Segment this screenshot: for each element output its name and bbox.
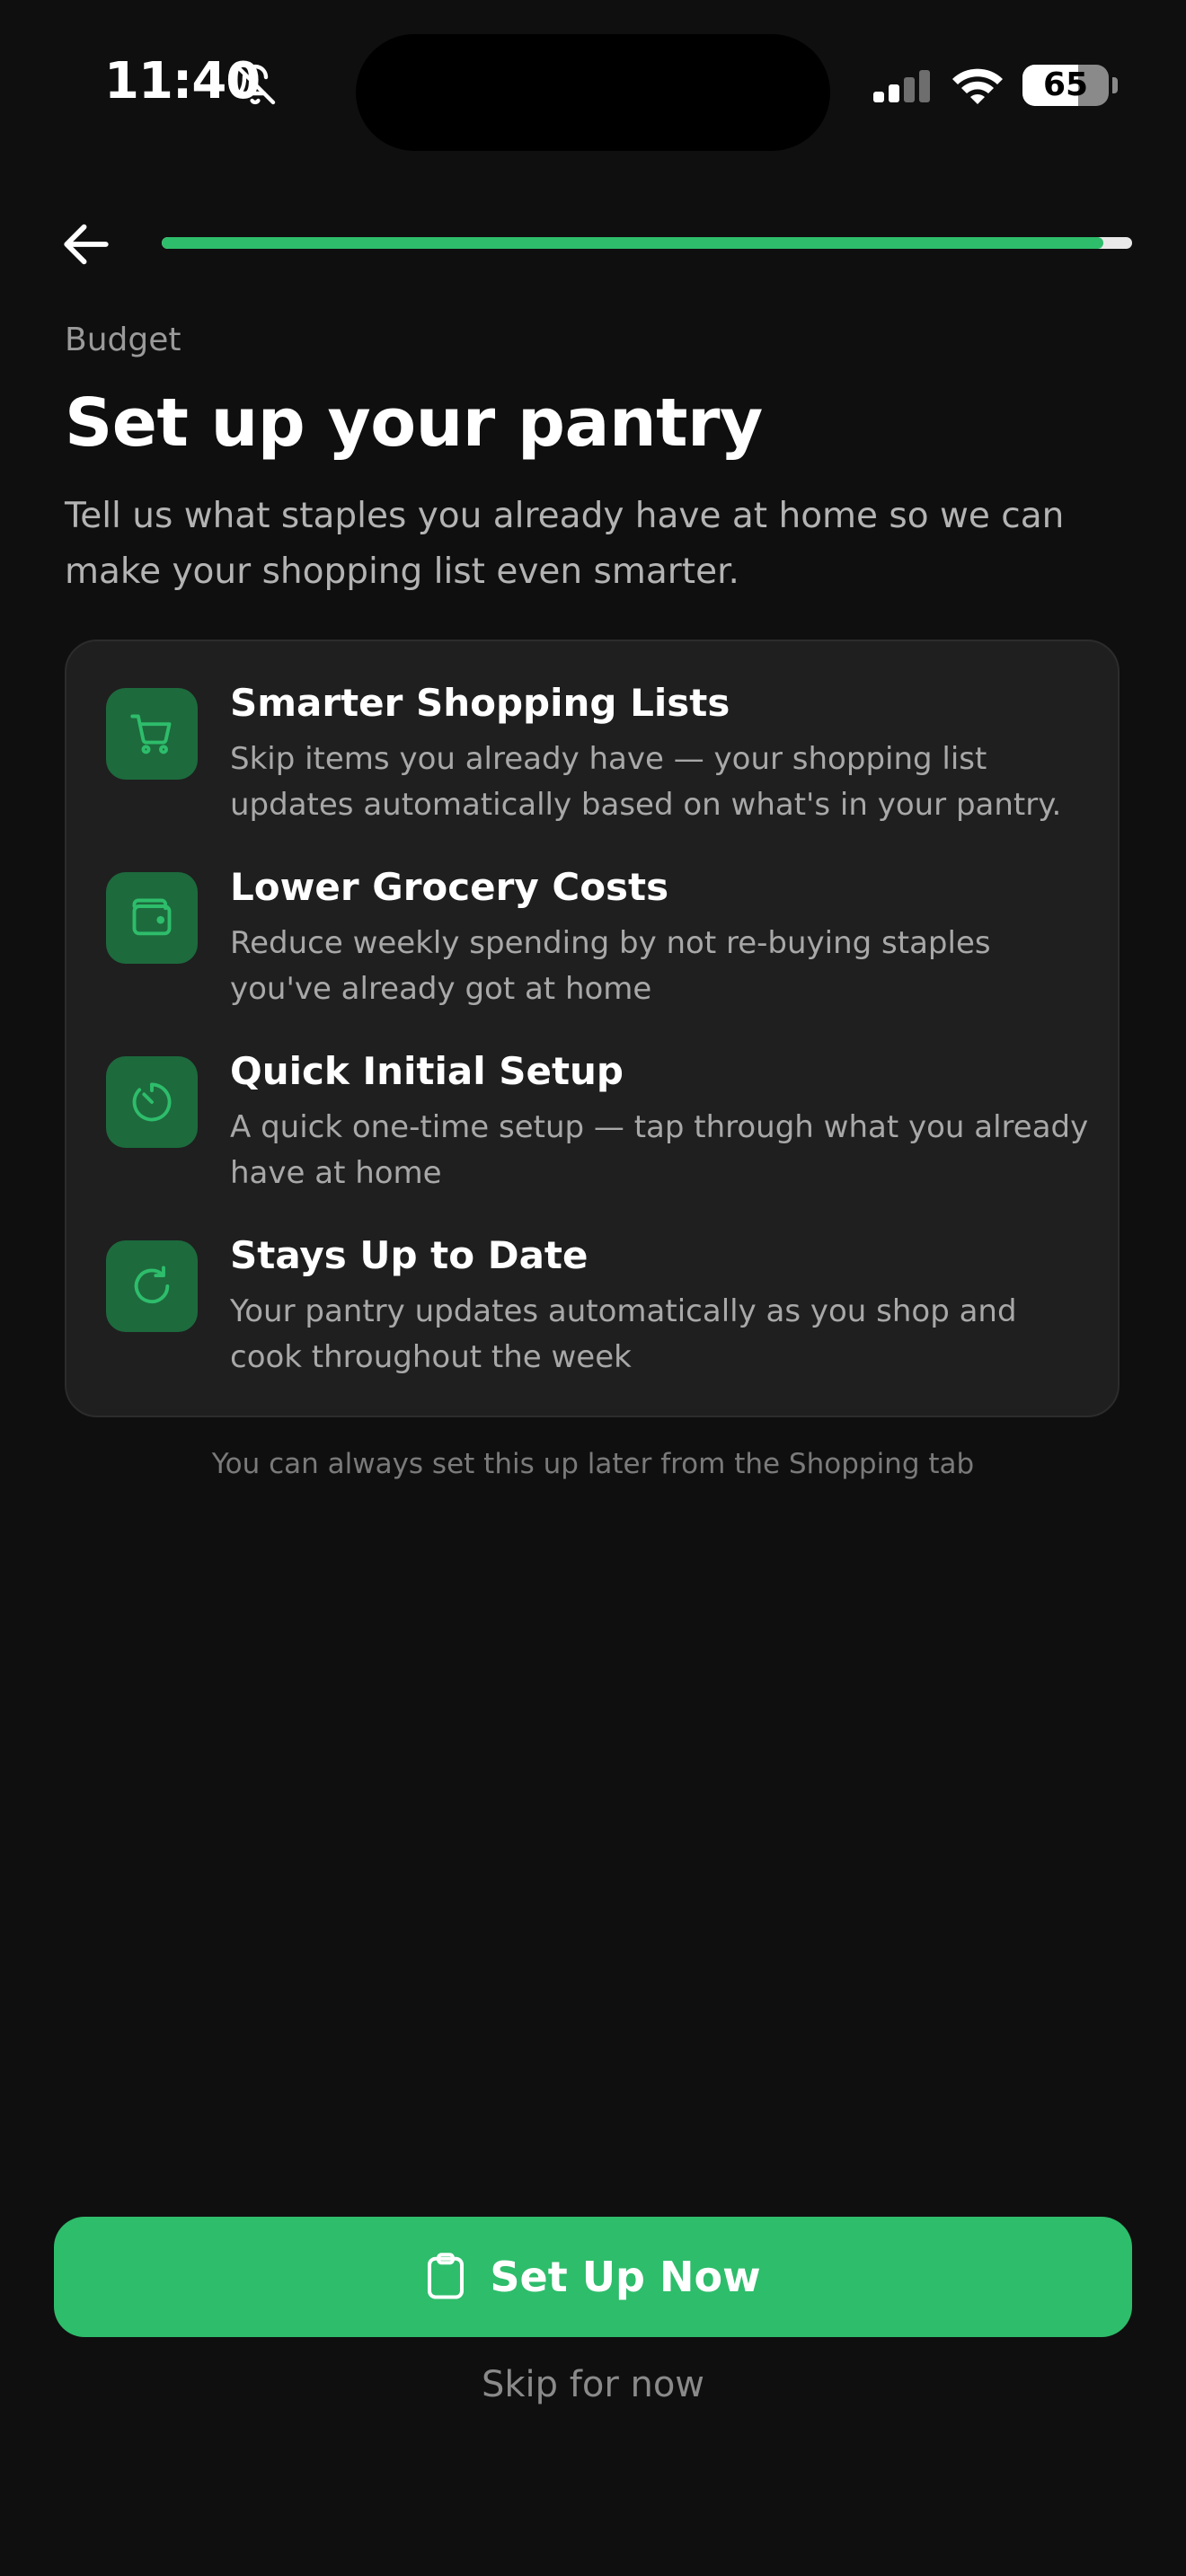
page-title: Set up your pantry	[65, 384, 763, 462]
dynamic-island	[356, 34, 830, 151]
arrow-left-icon	[64, 224, 109, 265]
onboarding-progress-bar	[162, 237, 1132, 249]
benefit-icon-tile	[106, 1056, 198, 1148]
benefit-title: Lower Grocery Costs	[230, 865, 669, 909]
section-label: Budget	[65, 322, 181, 358]
benefit-description: Reduce weekly spending by not re-buying …	[230, 925, 991, 1007]
wifi-icon	[952, 68, 1003, 104]
set-up-now-label: Set Up Now	[490, 2253, 761, 2301]
back-button[interactable]	[54, 212, 119, 277]
benefit-description: Your pantry updates automatically as you…	[230, 1293, 1017, 1375]
benefit-title: Stays Up to Date	[230, 1233, 589, 1277]
skip-for-now-button[interactable]: Skip for now	[0, 2364, 1186, 2405]
benefit-description: A quick one-time setup — tap through wha…	[230, 1109, 1089, 1191]
refresh-icon	[134, 1266, 170, 1304]
clipboard-icon	[428, 2253, 465, 2299]
benefit-icon-tile	[106, 872, 198, 964]
battery-level: 65	[1042, 66, 1089, 103]
signal-icon	[873, 70, 930, 102]
wallet-icon	[132, 898, 172, 936]
benefit-description: Skip items you already have — your shopp…	[230, 741, 1062, 823]
progress-fill	[162, 237, 1103, 249]
benefit-title: Smarter Shopping Lists	[230, 681, 730, 725]
battery-icon: 65	[1022, 65, 1109, 106]
set-up-now-button[interactable]: Set Up Now	[54, 2217, 1132, 2337]
benefit-icon-tile	[106, 688, 198, 780]
cart-icon	[130, 714, 172, 754]
timer-icon	[132, 1082, 172, 1122]
benefit-title: Quick Initial Setup	[230, 1049, 624, 1093]
setup-later-note: You can always set this up later from th…	[211, 1448, 975, 1480]
battery-cap	[1112, 77, 1118, 93]
benefits-card: Smarter Shopping Lists Skip items you al…	[65, 640, 1120, 1417]
bell-slash-icon	[235, 64, 276, 105]
benefit-icon-tile	[106, 1240, 198, 1332]
page-subtitle: Tell us what staples you already have at…	[65, 496, 1065, 592]
